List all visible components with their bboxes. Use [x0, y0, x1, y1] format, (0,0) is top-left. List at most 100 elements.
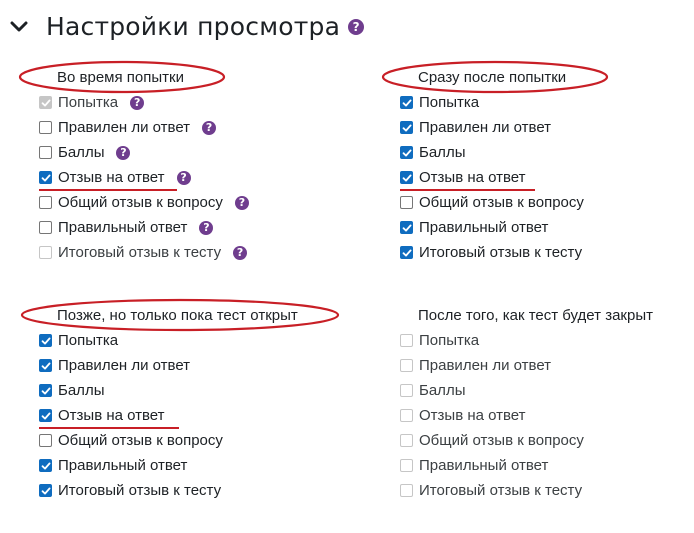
option-checkbox [400, 484, 413, 497]
group-later-while-open: Позже, но только пока тест открыт Попытк… [20, 298, 340, 503]
option-label: Отзыв на ответ [58, 407, 165, 424]
options-list: Попытка Правилен ли ответ Баллы Отзыв на от… [400, 328, 653, 503]
option-row[interactable]: Правилен ли ответ [400, 115, 584, 140]
group-title-text: Во время попытки [57, 69, 184, 86]
question-circle-icon[interactable]: ? [176, 170, 191, 185]
option-label: Итоговый отзыв к тесту [419, 482, 583, 499]
option-checkbox [400, 459, 413, 472]
option-row[interactable]: Отзыв на ответ [400, 165, 584, 191]
option-row[interactable]: Баллы [39, 378, 298, 403]
option-checkbox [39, 246, 52, 259]
option-checkbox[interactable] [400, 196, 413, 209]
option-row[interactable]: Попытка [400, 90, 584, 115]
option-checkbox [400, 434, 413, 447]
option-row[interactable]: Итоговый отзыв к тесту [39, 478, 298, 503]
chevron-down-icon[interactable] [10, 18, 28, 36]
group-title: После того, как тест будет закрыт [400, 306, 653, 326]
option-label: Правилен ли ответ [419, 357, 552, 374]
option-checkbox[interactable] [39, 384, 52, 397]
section-title: Настройки просмотра [46, 12, 341, 41]
option-checkbox[interactable] [400, 221, 413, 234]
option-row: Отзыв на ответ [400, 403, 653, 428]
option-label: Общий отзыв к вопросу [58, 194, 223, 211]
option-checkbox[interactable] [39, 146, 52, 159]
group-during-attempt: Во время попытки Попытка? Правилен ли отв… [18, 60, 249, 265]
option-row[interactable]: Отзыв на ответ? [39, 165, 249, 191]
option-label: Правилен ли ответ [58, 119, 191, 136]
group-title: Позже, но только пока тест открыт [20, 298, 340, 332]
option-label: Попытка [419, 94, 480, 111]
option-checkbox[interactable] [400, 146, 413, 159]
option-checkbox[interactable] [39, 409, 52, 422]
option-label: Итоговый отзыв к тесту [58, 482, 222, 499]
option-label: Баллы [419, 382, 466, 399]
option-row[interactable]: Итоговый отзыв к тесту [400, 240, 584, 265]
section-header[interactable]: Настройки просмотра ? [10, 12, 365, 41]
options-list: Попытка Правилен ли ответ Баллы Отзыв на от… [400, 90, 584, 265]
group-title: Во время попытки [18, 60, 249, 94]
option-row: Попытка [400, 328, 653, 353]
option-row[interactable]: Общий отзыв к вопросу? [39, 190, 249, 215]
option-label: Правильный ответ [58, 457, 188, 474]
option-label: Правильный ответ [58, 219, 188, 236]
option-row[interactable]: Баллы? [39, 140, 249, 165]
option-checkbox [400, 384, 413, 397]
option-checkbox[interactable] [39, 196, 52, 209]
option-checkbox[interactable] [400, 171, 413, 184]
question-circle-icon[interactable]: ? [130, 95, 145, 110]
options-list: Попытка Правилен ли ответ Баллы Отзыв на от… [39, 328, 298, 503]
option-row: Общий отзыв к вопросу [400, 428, 653, 453]
options-list: Попытка? Правилен ли ответ? Баллы? Отзыв на… [39, 90, 249, 265]
option-checkbox[interactable] [39, 434, 52, 447]
option-label: Итоговый отзыв к тесту [58, 244, 222, 261]
group-title-text: После того, как тест будет закрыт [418, 307, 653, 324]
question-circle-icon[interactable]: ? [233, 245, 248, 260]
group-title: Сразу после попытки [381, 60, 609, 94]
option-row[interactable]: Общий отзыв к вопросу [400, 190, 584, 215]
question-circle-icon[interactable]: ? [202, 120, 217, 135]
option-row[interactable]: Правильный ответ? [39, 215, 249, 240]
option-checkbox[interactable] [39, 484, 52, 497]
option-checkbox[interactable] [39, 334, 52, 347]
option-row[interactable]: Правильный ответ [39, 453, 298, 478]
option-label: Попытка [58, 94, 119, 111]
question-circle-icon[interactable]: ? [116, 145, 131, 160]
option-checkbox[interactable] [39, 171, 52, 184]
option-label: Правильный ответ [419, 457, 549, 474]
question-circle-icon[interactable]: ? [348, 18, 365, 35]
option-label: Баллы [58, 382, 105, 399]
option-row[interactable]: Правилен ли ответ [39, 353, 298, 378]
group-title-text: Позже, но только пока тест открыт [57, 307, 298, 324]
option-label: Отзыв на ответ [419, 169, 526, 186]
option-row: Баллы [400, 378, 653, 403]
option-checkbox[interactable] [400, 96, 413, 109]
option-row[interactable]: Баллы [400, 140, 584, 165]
option-label: Попытка [419, 332, 480, 349]
option-row[interactable]: Правильный ответ [400, 215, 584, 240]
option-checkbox[interactable] [400, 246, 413, 259]
option-checkbox [39, 96, 52, 109]
option-row[interactable]: Попытка [39, 328, 298, 353]
question-circle-icon[interactable]: ? [199, 220, 214, 235]
option-checkbox [400, 359, 413, 372]
option-row[interactable]: Общий отзыв к вопросу [39, 428, 298, 453]
option-checkbox[interactable] [400, 121, 413, 134]
option-label: Правилен ли ответ [58, 357, 191, 374]
option-checkbox[interactable] [39, 121, 52, 134]
option-checkbox[interactable] [39, 221, 52, 234]
option-row: Правильный ответ [400, 453, 653, 478]
question-circle-icon[interactable]: ? [234, 195, 249, 210]
option-row[interactable]: Правилен ли ответ? [39, 115, 249, 140]
option-row: Итоговый отзыв к тесту? [39, 240, 249, 265]
option-checkbox [400, 409, 413, 422]
option-checkbox[interactable] [39, 459, 52, 472]
option-label: Общий отзыв к вопросу [419, 194, 584, 211]
group-title-text: Сразу после попытки [418, 69, 567, 86]
option-row: Попытка? [39, 90, 249, 115]
option-label: Попытка [58, 332, 119, 349]
group-immediately-after: Сразу после попытки Попытка Правилен ли о… [381, 60, 609, 265]
option-checkbox[interactable] [39, 359, 52, 372]
option-label: Отзыв на ответ [419, 407, 526, 424]
option-label: Итоговый отзыв к тесту [419, 244, 583, 261]
option-row[interactable]: Отзыв на ответ [39, 403, 298, 429]
